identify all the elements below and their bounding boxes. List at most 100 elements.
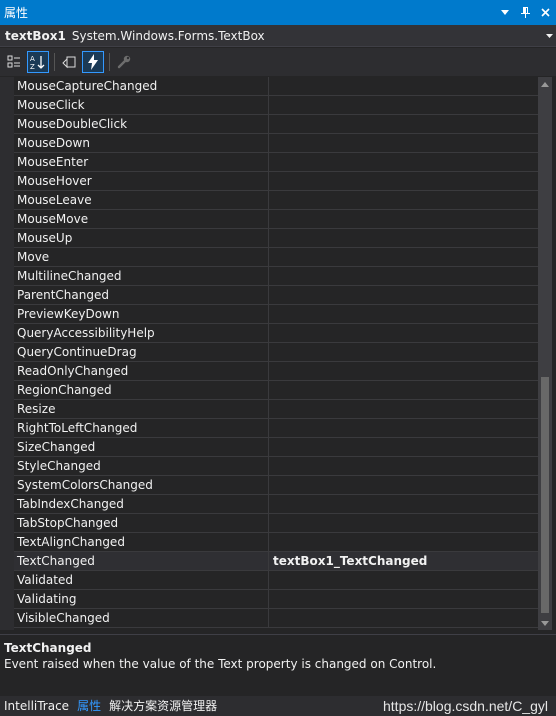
- event-row[interactable]: VisibleChanged: [14, 609, 538, 628]
- window-dropdown-button[interactable]: [496, 0, 514, 25]
- event-handler-value[interactable]: [269, 134, 538, 152]
- vertical-scrollbar[interactable]: [538, 77, 552, 630]
- event-row[interactable]: ReadOnlyChanged: [14, 362, 538, 381]
- alphabetical-button[interactable]: A Z: [27, 51, 49, 73]
- event-row[interactable]: Validating: [14, 590, 538, 609]
- event-row[interactable]: Resize: [14, 400, 538, 419]
- event-row[interactable]: MouseHover: [14, 172, 538, 191]
- event-name: MouseDoubleClick: [14, 115, 269, 133]
- event-handler-value[interactable]: [269, 77, 538, 95]
- event-handler-value[interactable]: [269, 115, 538, 133]
- event-row[interactable]: SizeChanged: [14, 438, 538, 457]
- event-handler-value[interactable]: [269, 286, 538, 304]
- event-row[interactable]: MouseDoubleClick: [14, 115, 538, 134]
- event-name: MouseEnter: [14, 153, 269, 171]
- event-handler-value[interactable]: [269, 457, 538, 475]
- event-name: MouseMove: [14, 210, 269, 228]
- tab-solution-explorer[interactable]: 解决方案资源管理器: [105, 696, 221, 716]
- event-row[interactable]: Validated: [14, 571, 538, 590]
- event-row[interactable]: MultilineChanged: [14, 267, 538, 286]
- event-handler-value[interactable]: [269, 400, 538, 418]
- event-name: QueryAccessibilityHelp: [14, 324, 269, 342]
- tab-intellitrace[interactable]: IntelliTrace: [0, 696, 73, 716]
- close-button[interactable]: [536, 0, 554, 25]
- event-handler-value[interactable]: [269, 609, 538, 627]
- event-row[interactable]: MouseClick: [14, 96, 538, 115]
- event-handler-value[interactable]: [269, 248, 538, 266]
- event-handler-value[interactable]: [269, 267, 538, 285]
- event-name: TextAlignChanged: [14, 533, 269, 551]
- event-handler-value[interactable]: [269, 495, 538, 513]
- event-handler-value[interactable]: [269, 571, 538, 589]
- event-handler-value[interactable]: [269, 324, 538, 342]
- scroll-up-arrow[interactable]: [538, 77, 552, 91]
- event-name: Resize: [14, 400, 269, 418]
- event-row[interactable]: RightToLeftChanged: [14, 419, 538, 438]
- alphabetical-icon: A Z: [30, 55, 45, 70]
- watermark: https://blog.csdn.net/C_gyl: [383, 698, 548, 714]
- tab-properties[interactable]: 属性: [73, 696, 105, 716]
- event-handler-value[interactable]: [269, 514, 538, 532]
- event-row[interactable]: MouseLeave: [14, 191, 538, 210]
- event-row[interactable]: Move: [14, 248, 538, 267]
- event-row[interactable]: TabStopChanged: [14, 514, 538, 533]
- event-row[interactable]: MouseDown: [14, 134, 538, 153]
- event-handler-value[interactable]: [269, 590, 538, 608]
- svg-text:A: A: [30, 55, 35, 63]
- event-handler-value[interactable]: [269, 343, 538, 361]
- event-name: SizeChanged: [14, 438, 269, 456]
- event-row[interactable]: MouseMove: [14, 210, 538, 229]
- event-handler-value[interactable]: [269, 210, 538, 228]
- object-selector-dropdown[interactable]: [542, 31, 556, 41]
- event-row[interactable]: QueryContinueDrag: [14, 343, 538, 362]
- event-row[interactable]: SystemColorsChanged: [14, 476, 538, 495]
- categorized-icon: [7, 55, 20, 68]
- event-row[interactable]: TextAlignChanged: [14, 533, 538, 552]
- event-row[interactable]: MouseEnter: [14, 153, 538, 172]
- object-name: textBox1: [5, 28, 66, 43]
- event-handler-value[interactable]: [269, 305, 538, 323]
- event-name: MouseDown: [14, 134, 269, 152]
- event-grid: MouseCaptureChanged MouseClick MouseDouble…: [0, 77, 556, 630]
- event-row[interactable]: StyleChanged: [14, 457, 538, 476]
- event-row[interactable]: TabIndexChanged: [14, 495, 538, 514]
- event-handler-value[interactable]: [269, 172, 538, 190]
- event-handler-value[interactable]: [269, 381, 538, 399]
- event-row[interactable]: RegionChanged: [14, 381, 538, 400]
- event-row[interactable]: TextChanged textBox1_TextChanged: [14, 552, 538, 571]
- pin-icon: [520, 7, 530, 18]
- event-name: RegionChanged: [14, 381, 269, 399]
- event-handler-value[interactable]: [269, 419, 538, 437]
- categorized-button[interactable]: [3, 51, 25, 73]
- properties-button[interactable]: [58, 51, 80, 73]
- event-row[interactable]: PreviewKeyDown: [14, 305, 538, 324]
- lightning-icon: [88, 54, 98, 70]
- event-name: MouseClick: [14, 96, 269, 114]
- event-row[interactable]: ParentChanged: [14, 286, 538, 305]
- event-row[interactable]: QueryAccessibilityHelp: [14, 324, 538, 343]
- events-button[interactable]: [82, 51, 104, 73]
- object-selector[interactable]: textBox1 System.Windows.Forms.TextBox: [0, 25, 556, 47]
- event-row[interactable]: MouseCaptureChanged: [14, 77, 538, 96]
- event-handler-value[interactable]: [269, 96, 538, 114]
- toolbar-separator: [109, 53, 110, 71]
- property-pages-button[interactable]: [113, 51, 135, 73]
- description-text: Event raised when the value of the Text …: [4, 657, 437, 671]
- scroll-down-arrow[interactable]: [538, 616, 552, 630]
- event-row[interactable]: MouseUp: [14, 229, 538, 248]
- event-name: StyleChanged: [14, 457, 269, 475]
- event-name: ReadOnlyChanged: [14, 362, 269, 380]
- event-handler-value[interactable]: [269, 191, 538, 209]
- pin-button[interactable]: [516, 0, 534, 25]
- chevron-down-icon: [541, 620, 549, 626]
- event-handler-value[interactable]: [269, 438, 538, 456]
- event-name: VisibleChanged: [14, 609, 269, 627]
- event-handler-value[interactable]: [269, 229, 538, 247]
- event-handler-value[interactable]: [269, 476, 538, 494]
- event-name: ParentChanged: [14, 286, 269, 304]
- event-handler-value[interactable]: [269, 362, 538, 380]
- event-handler-value[interactable]: [269, 533, 538, 551]
- scroll-thumb[interactable]: [541, 377, 549, 613]
- event-handler-value[interactable]: textBox1_TextChanged: [269, 552, 538, 570]
- event-handler-value[interactable]: [269, 153, 538, 171]
